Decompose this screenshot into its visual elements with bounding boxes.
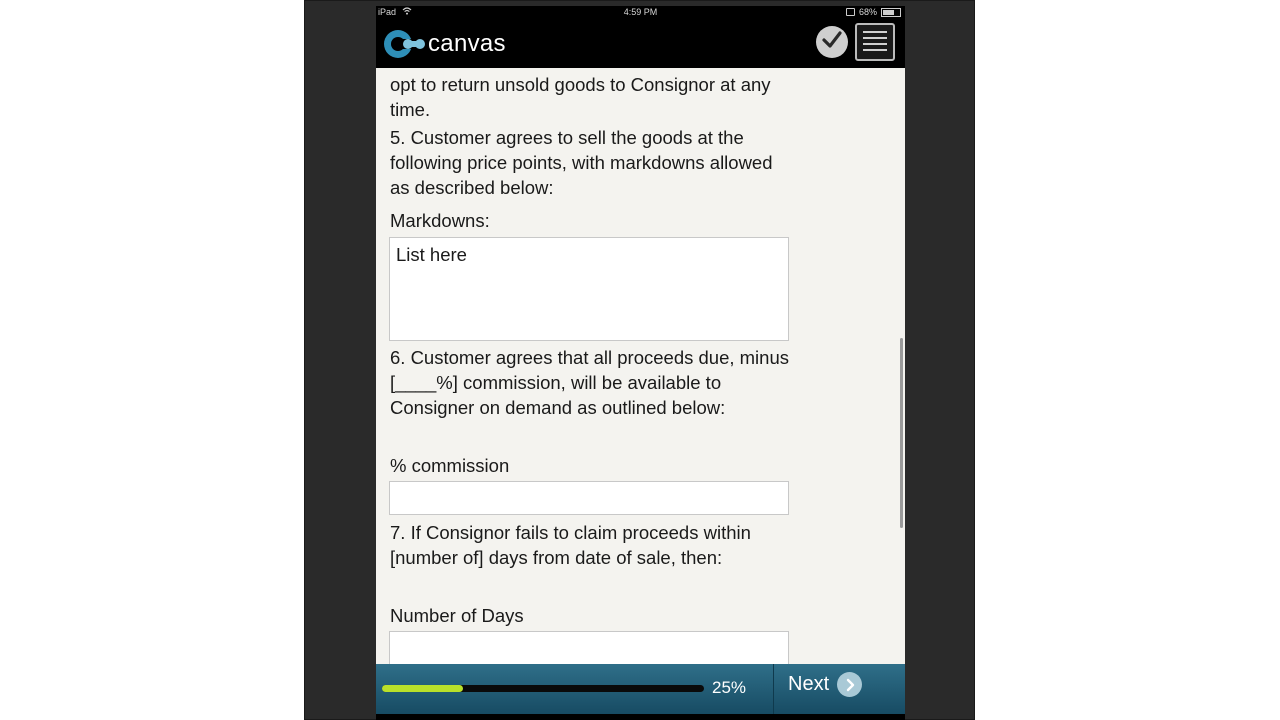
markdowns-label: Markdowns:	[390, 210, 490, 231]
logo-text: canvas	[428, 30, 506, 57]
battery-fill	[883, 9, 894, 15]
scrollbar[interactable]	[900, 338, 903, 528]
progress-bar-fill	[382, 685, 463, 692]
markdowns-text: List here	[396, 244, 467, 265]
status-right-group: 68%	[845, 7, 901, 17]
paragraph-return-goods: opt to return unsold goods to Consignor …	[390, 74, 771, 120]
commission-input[interactable]	[389, 481, 789, 515]
next-button[interactable]: Next	[788, 672, 863, 697]
paragraph-7: 7. If Consignor fails to claim proceeds …	[390, 522, 751, 568]
ipad-screen: iPad 4:59 PM 68% canvas opt to return un…	[376, 6, 905, 720]
canvas-logo-icon	[382, 28, 430, 60]
status-bar: iPad 4:59 PM 68%	[376, 6, 905, 20]
commission-label: % commission	[390, 455, 510, 476]
days-label: Number of Days	[390, 605, 524, 626]
rotation-lock-icon	[845, 8, 855, 16]
clock: 4:59 PM	[623, 7, 658, 17]
paragraph-6: 6. Customer agrees that all proceeds due…	[390, 347, 789, 418]
form-content[interactable]: opt to return unsold goods to Consignor …	[376, 68, 905, 664]
paragraph-5: 5. Customer agrees to sell the goods at …	[390, 127, 773, 198]
battery-percent: 68%	[858, 7, 877, 17]
checkmark-button[interactable]	[816, 26, 848, 58]
days-input[interactable]	[389, 631, 789, 664]
progress-percent: 25%	[712, 678, 747, 697]
app-header: canvas	[376, 20, 905, 68]
menu-button[interactable]	[855, 23, 895, 61]
next-label: Next	[788, 673, 830, 695]
footer-divider	[773, 664, 774, 714]
markdowns-textarea[interactable]: List here	[389, 237, 789, 341]
canvas-logo: canvas	[382, 28, 506, 60]
chevron-right-icon	[837, 672, 863, 697]
progress-bar	[382, 685, 704, 692]
battery-icon	[881, 7, 901, 17]
checkmark-icon	[820, 28, 844, 57]
footer-bar: 25% Next	[376, 664, 905, 714]
